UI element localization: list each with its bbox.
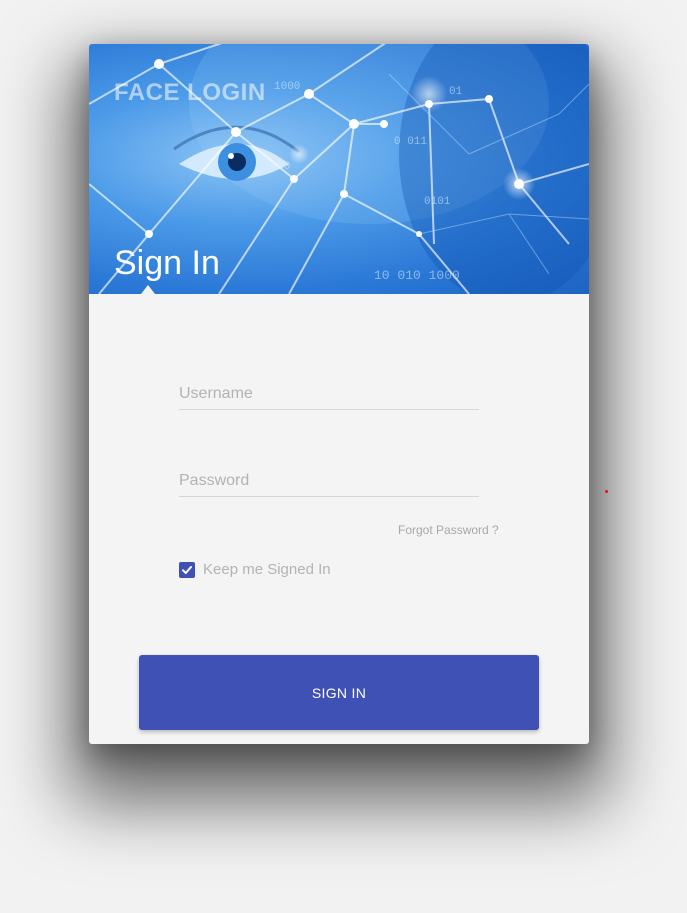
password-field (179, 466, 479, 497)
username-field (179, 379, 479, 410)
page-title: Sign In (114, 244, 220, 282)
tab-pointer (141, 285, 155, 294)
brand-title: FACE LOGIN (114, 79, 266, 106)
svg-text:1000: 1000 (264, 161, 290, 173)
login-card: 1000 0 011 0101 1000 10 010 1000 01 FACE… (89, 44, 589, 744)
svg-text:1000: 1000 (274, 81, 300, 93)
svg-text:10 010 1000: 10 010 1000 (374, 268, 460, 283)
username-input[interactable] (179, 385, 479, 403)
keep-signed-in-label: Keep me Signed In (203, 561, 331, 578)
check-icon (182, 565, 192, 574)
red-marker-dot (605, 490, 608, 493)
keep-signed-in-checkbox[interactable] (179, 561, 195, 578)
svg-text:01: 01 (449, 86, 463, 98)
hero-banner: 1000 0 011 0101 1000 10 010 1000 01 FACE… (89, 44, 589, 294)
sign-in-button[interactable]: SIGN IN (139, 655, 539, 730)
forgot-password-link[interactable]: Forgot Password ? (398, 523, 499, 537)
svg-text:0 011: 0 011 (394, 136, 427, 148)
svg-text:0101: 0101 (424, 196, 451, 208)
keep-signed-in: Keep me Signed In (179, 561, 331, 578)
password-input[interactable] (179, 472, 479, 490)
